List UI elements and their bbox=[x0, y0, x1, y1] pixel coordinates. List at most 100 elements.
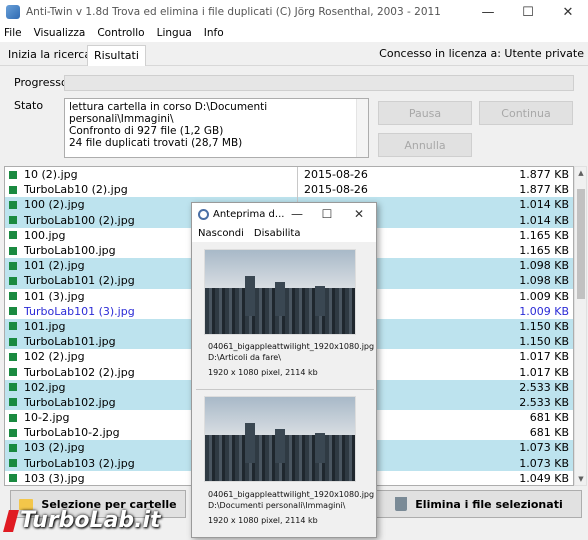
file-size: 1.073 KB bbox=[519, 456, 569, 470]
checkbox-icon[interactable] bbox=[9, 307, 17, 316]
close-button[interactable]: ✕ bbox=[548, 0, 588, 24]
minimize-button[interactable]: — bbox=[468, 0, 508, 24]
file-size: 1.150 KB bbox=[519, 335, 569, 349]
scroll-thumb[interactable] bbox=[577, 189, 585, 299]
checkbox-icon[interactable] bbox=[9, 383, 17, 392]
preview-menu-disabilita[interactable]: Disabilita bbox=[254, 228, 301, 239]
continua-button[interactable]: Continua bbox=[479, 101, 573, 125]
checkbox-icon[interactable] bbox=[9, 292, 17, 301]
menu-bar: File Visualizza Controllo Lingua Info bbox=[0, 24, 588, 42]
preview-menu-bar: Nascondi Disabilita bbox=[192, 225, 376, 242]
checkbox-icon[interactable] bbox=[9, 337, 17, 346]
progress-label: Progresso bbox=[14, 76, 68, 89]
menu-file[interactable]: File bbox=[4, 27, 22, 39]
file-name: TurboLab10 (2).jpg bbox=[24, 183, 128, 197]
watermark-mark bbox=[3, 509, 19, 532]
file-date: 2015-08-26 bbox=[304, 183, 368, 197]
preview-filename: 04061_bigappleattwilight_1920x1080.jpg bbox=[208, 342, 375, 351]
tab-bar: Inizia la ricerca Risultati Concesso in … bbox=[0, 42, 588, 66]
magnifier-icon bbox=[198, 208, 209, 220]
preview-title-bar: Anteprima d... — ☐ ✕ bbox=[192, 203, 376, 225]
trash-icon bbox=[395, 497, 408, 511]
file-size: 1.098 KB bbox=[519, 259, 569, 273]
menu-controllo[interactable]: Controllo bbox=[97, 27, 144, 39]
checkbox-icon[interactable] bbox=[9, 443, 17, 452]
checkbox-icon[interactable] bbox=[9, 352, 17, 361]
status-line: Confronto di 927 file (1,2 GB) bbox=[69, 125, 224, 137]
file-size: 681 KB bbox=[529, 426, 569, 440]
table-row[interactable]: TurboLab10 (2).jpg 2015-08-26 1.877 KB bbox=[5, 182, 573, 198]
checkbox-icon[interactable] bbox=[9, 459, 17, 468]
file-size: 681 KB bbox=[529, 411, 569, 425]
preview-info: 1920 x 1080 pixel, 2114 kb bbox=[208, 368, 318, 377]
checkbox-icon[interactable] bbox=[9, 474, 17, 483]
file-size: 1.009 KB bbox=[519, 289, 569, 303]
results-scrollbar[interactable]: ▲ ▼ bbox=[574, 166, 587, 486]
file-size: 1.150 KB bbox=[519, 319, 569, 333]
menu-info[interactable]: Info bbox=[204, 27, 224, 39]
checkbox-icon[interactable] bbox=[9, 368, 17, 377]
file-size: 1.165 KB bbox=[519, 244, 569, 258]
preview-close-button[interactable]: ✕ bbox=[344, 203, 374, 225]
checkbox-icon[interactable] bbox=[9, 413, 17, 422]
pausa-button[interactable]: Pausa bbox=[378, 101, 472, 125]
status-label: Stato bbox=[14, 99, 44, 112]
scroll-up-icon[interactable]: ▲ bbox=[575, 169, 587, 177]
elimina-file-button[interactable]: Elimina i file selezionati bbox=[376, 490, 582, 518]
title-bar: Anti-Twin v 1.8d Trova ed elimina i file… bbox=[0, 0, 588, 24]
scroll-down-icon[interactable]: ▼ bbox=[575, 475, 587, 483]
status-line: lettura cartella in corso D:\Documenti p… bbox=[69, 101, 268, 125]
preview-path: D:\Documenti personali\Immagini\ bbox=[208, 501, 346, 510]
preview-thumbnail[interactable] bbox=[204, 396, 356, 482]
progress-bar bbox=[64, 75, 574, 91]
checkbox-icon[interactable] bbox=[9, 231, 17, 240]
file-name: 10 (2).jpg bbox=[24, 168, 78, 182]
tab-inizia-ricerca[interactable]: Inizia la ricerca bbox=[2, 45, 97, 66]
preview-title: Anteprima d... bbox=[213, 208, 285, 220]
preview-info: 1920 x 1080 pixel, 2114 kb bbox=[208, 516, 318, 525]
checkbox-icon[interactable] bbox=[9, 322, 17, 331]
file-size: 1.877 KB bbox=[519, 183, 569, 197]
preview-path: D:\Articoli da fare\ bbox=[208, 353, 281, 362]
column-separator bbox=[297, 167, 298, 183]
file-size: 2.533 KB bbox=[519, 395, 569, 409]
status-scrollbar[interactable] bbox=[356, 99, 368, 157]
checkbox-icon[interactable] bbox=[9, 246, 17, 255]
checkbox-icon[interactable] bbox=[9, 428, 17, 437]
window-title: Anti-Twin v 1.8d Trova ed elimina i file… bbox=[26, 6, 441, 18]
file-size: 1.014 KB bbox=[519, 198, 569, 212]
license-text: Concesso in licenza a: Utente private bbox=[379, 47, 584, 60]
file-size: 1.073 KB bbox=[519, 441, 569, 455]
file-size: 1.017 KB bbox=[519, 350, 569, 364]
checkbox-icon[interactable] bbox=[9, 185, 17, 194]
file-size: 2.533 KB bbox=[519, 380, 569, 394]
watermark-text: TurboLab.it bbox=[20, 508, 161, 533]
checkbox-icon[interactable] bbox=[9, 216, 17, 225]
preview-minimize-button[interactable]: — bbox=[282, 203, 312, 225]
column-separator bbox=[297, 182, 298, 198]
file-size: 1.014 KB bbox=[519, 213, 569, 227]
preview-separator bbox=[196, 389, 374, 390]
tab-risultati[interactable]: Risultati bbox=[87, 45, 146, 66]
file-size: 1.098 KB bbox=[519, 274, 569, 288]
preview-window[interactable]: Anteprima d... — ☐ ✕ Nascondi Disabilita… bbox=[191, 202, 377, 538]
checkbox-icon[interactable] bbox=[9, 398, 17, 407]
table-row[interactable]: 10 (2).jpg 2015-08-26 1.877 KB bbox=[5, 167, 573, 183]
checkbox-icon[interactable] bbox=[9, 170, 17, 179]
maximize-button[interactable]: ☐ bbox=[508, 0, 548, 24]
watermark-logo: TurboLab.it bbox=[3, 508, 161, 533]
checkbox-icon[interactable] bbox=[9, 261, 17, 270]
annulla-button[interactable]: Annulla bbox=[378, 133, 472, 157]
preview-maximize-button[interactable]: ☐ bbox=[312, 203, 342, 225]
checkbox-icon[interactable] bbox=[9, 276, 17, 285]
menu-lingua[interactable]: Lingua bbox=[157, 27, 192, 39]
preview-thumbnail[interactable] bbox=[204, 249, 356, 335]
preview-filename: 04061_bigappleattwilight_1920x1080.jpg bbox=[208, 490, 375, 499]
file-date: 2015-08-26 bbox=[304, 168, 368, 182]
status-box: lettura cartella in corso D:\Documenti p… bbox=[64, 98, 369, 158]
checkbox-icon[interactable] bbox=[9, 200, 17, 209]
menu-visualizza[interactable]: Visualizza bbox=[34, 27, 86, 39]
elimina-label: Elimina i file selezionati bbox=[415, 497, 563, 511]
status-line: 24 file duplicati trovati (28,7 MB) bbox=[69, 137, 243, 149]
preview-menu-nascondi[interactable]: Nascondi bbox=[198, 228, 244, 239]
